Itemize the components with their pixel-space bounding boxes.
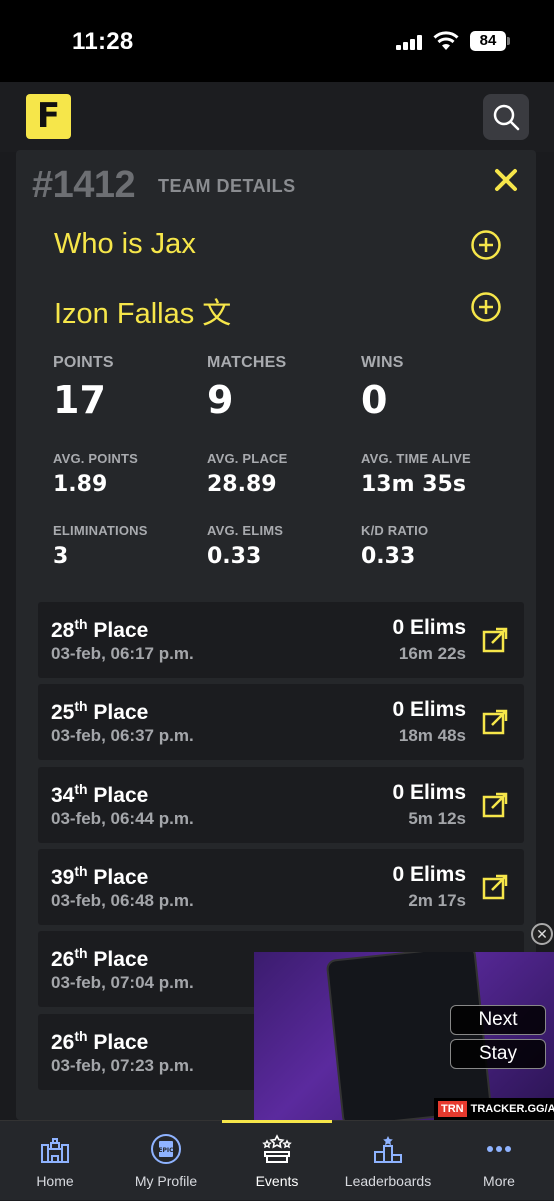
svg-text:EPIC: EPIC: [158, 1147, 174, 1154]
tab-more[interactable]: More: [444, 1121, 554, 1201]
stat-label: WINS: [361, 354, 404, 371]
stat-label: AVG. PLACE: [207, 451, 288, 466]
stat-kd-ratio: K/D RATIO 0.33: [361, 523, 428, 569]
ad-phone-graphic: [325, 952, 493, 1120]
stat-avg-points: AVG. POINTS 1.89: [53, 451, 138, 497]
match-place: 28th Place: [51, 616, 149, 642]
stat-avg-time-alive: AVG. TIME ALIVE 13m 35s: [361, 451, 471, 497]
match-elims: 0 Elims: [392, 698, 466, 721]
stat-label: AVG. TIME ALIVE: [361, 451, 471, 466]
active-tab-indicator: [222, 1120, 332, 1123]
video-ad[interactable]: Next Stay TRNTRACKER.GG/APPS: [254, 952, 554, 1120]
stat-value: 9: [207, 378, 234, 422]
match-place: 26th Place: [51, 945, 149, 971]
castle-icon: [41, 1138, 69, 1163]
match-date: 03-feb, 06:37 p.m.: [51, 726, 194, 745]
stat-points: POINTS 17: [53, 354, 114, 422]
wifi-icon: [433, 31, 459, 50]
match-place: 26th Place: [51, 1028, 149, 1054]
stat-label: POINTS: [53, 354, 114, 371]
match-elims: 0 Elims: [392, 863, 466, 886]
match-time-alive: 5m 12s: [408, 809, 466, 828]
stat-value: 3: [53, 544, 69, 569]
tab-label: Home: [36, 1173, 74, 1189]
team-rank: #1412: [32, 164, 136, 206]
match-date: 03-feb, 07:04 p.m.: [51, 973, 194, 992]
stat-value: 0: [361, 378, 388, 422]
stat-label: K/D RATIO: [361, 523, 429, 538]
match-time-alive: 18m 48s: [398, 726, 466, 745]
tab-label: Leaderboards: [344, 1173, 432, 1189]
stat-value: 0.33: [207, 544, 262, 569]
match-place: 39th Place: [51, 863, 149, 889]
stat-wins: WINS 0: [361, 354, 404, 422]
player-name-2[interactable]: Izon Fallas 文: [54, 290, 231, 332]
stat-value: 13m 35s: [361, 472, 466, 497]
cellular-signal-icon: [396, 34, 424, 50]
match-time-alive: 2m 17s: [408, 891, 466, 910]
match-place: 25th Place: [51, 698, 149, 724]
bottom-tab-bar: Home EPIC My Profile Events Leaderboards: [0, 1120, 554, 1200]
player-name-1[interactable]: Who is Jax: [54, 228, 196, 261]
match-row[interactable]: 34th Place 03-feb, 06:44 p.m. 0 Elims 5m…: [38, 767, 524, 843]
stat-eliminations: ELIMINATIONS 3: [53, 523, 148, 569]
stat-label: MATCHES: [207, 354, 287, 371]
stat-avg-place: AVG. PLACE 28.89: [207, 451, 288, 497]
ad-brand-label: TRNTRACKER.GG/APPS: [434, 1098, 554, 1120]
stat-label: ELIMINATIONS: [53, 523, 148, 538]
match-date: 03-feb, 06:48 p.m.: [51, 891, 194, 910]
stars-podium-icon: [262, 1134, 292, 1163]
tab-leaderboards[interactable]: Leaderboards: [333, 1121, 443, 1201]
tab-home[interactable]: Home: [0, 1121, 110, 1201]
status-time: 11:28: [72, 28, 134, 55]
stat-matches: MATCHES 9: [207, 354, 286, 422]
app-header: F: [0, 82, 554, 152]
external-link-icon[interactable]: [482, 874, 508, 900]
fortnite-logo[interactable]: F: [26, 94, 71, 139]
tab-label: Events: [255, 1173, 299, 1189]
battery-indicator: 84: [470, 31, 506, 51]
add-player-1-icon[interactable]: [470, 229, 502, 261]
match-place: 34th Place: [51, 781, 149, 807]
stat-value: 17: [53, 378, 106, 422]
close-icon[interactable]: [492, 166, 520, 194]
battery-cap: [507, 37, 510, 45]
add-player-2-icon[interactable]: [470, 291, 502, 323]
tab-events[interactable]: Events: [222, 1121, 332, 1201]
match-elims: 0 Elims: [392, 781, 466, 804]
stat-label: AVG. ELIMS: [207, 523, 284, 538]
stat-label: AVG. POINTS: [53, 451, 139, 466]
match-time-alive: 16m 22s: [398, 644, 466, 663]
tab-label: More: [483, 1173, 515, 1189]
external-link-icon[interactable]: [482, 709, 508, 735]
search-icon: [493, 104, 520, 131]
podium-icon: [374, 1136, 402, 1163]
search-button[interactable]: [483, 94, 529, 140]
ad-stay-button[interactable]: Stay: [450, 1039, 546, 1069]
team-details-heading: TEAM DETAILS: [158, 176, 296, 196]
stat-value: 0.33: [361, 544, 416, 569]
ad-next-button[interactable]: Next: [450, 1005, 546, 1035]
more-dots-icon: [487, 1146, 511, 1152]
external-link-icon[interactable]: [482, 627, 508, 653]
tab-label: My Profile: [134, 1173, 198, 1189]
stat-value: 1.89: [53, 472, 108, 497]
match-elims: 0 Elims: [392, 616, 466, 639]
close-ad-button[interactable]: ✕: [531, 923, 553, 945]
match-row[interactable]: 28th Place 03-feb, 06:17 p.m. 0 Elims 16…: [38, 602, 524, 678]
match-row[interactable]: 39th Place 03-feb, 06:48 p.m. 0 Elims 2m…: [38, 849, 524, 925]
match-date: 03-feb, 06:44 p.m.: [51, 809, 194, 828]
stat-value: 28.89: [207, 472, 277, 497]
status-bar: 11:28 84: [0, 0, 554, 82]
match-date: 03-feb, 06:17 p.m.: [51, 644, 194, 663]
match-date: 03-feb, 07:23 p.m.: [51, 1056, 194, 1075]
external-link-icon[interactable]: [482, 792, 508, 818]
stat-avg-elims: AVG. ELIMS 0.33: [207, 523, 283, 569]
epic-badge-icon: EPIC: [151, 1134, 181, 1164]
tab-my-profile[interactable]: EPIC My Profile: [111, 1121, 221, 1201]
match-row[interactable]: 25th Place 03-feb, 06:37 p.m. 0 Elims 18…: [38, 684, 524, 760]
